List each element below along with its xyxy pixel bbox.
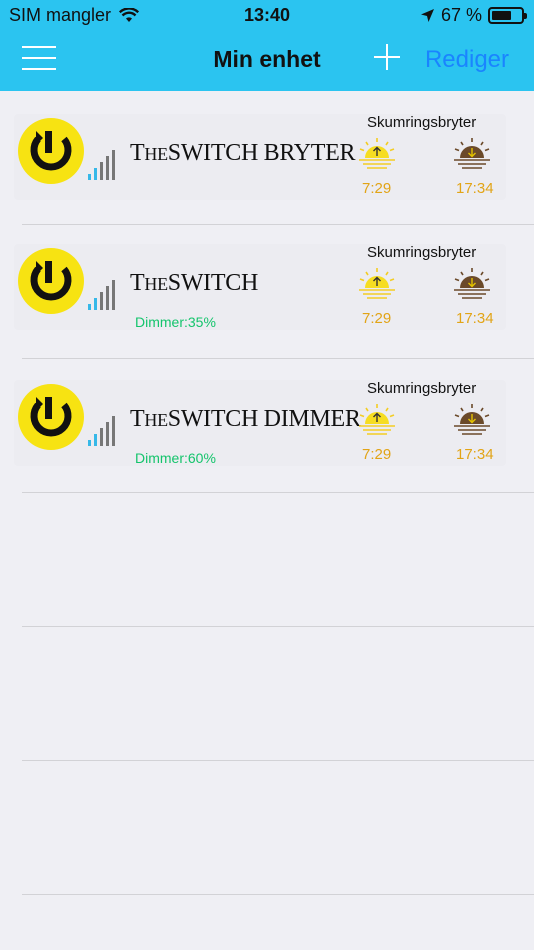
device-name-rest: SWITCH xyxy=(167,270,259,296)
sunrise-time: 7:29 xyxy=(362,180,392,197)
device-name-prefix: T xyxy=(130,270,145,296)
device-name-small: HE xyxy=(144,274,168,294)
device-name-small: HE xyxy=(144,410,168,430)
power-icon xyxy=(30,261,72,301)
mode-label: Skumringsbryter xyxy=(367,114,477,131)
row-divider xyxy=(22,760,534,761)
power-icon xyxy=(30,131,72,171)
device-card[interactable]: THESWITCH BRYTER Skumringsbryter 7:29 17… xyxy=(14,114,506,200)
device-name-small: HE xyxy=(144,144,168,164)
battery-percent: 67 % xyxy=(440,5,482,25)
device-logo xyxy=(18,118,84,184)
mode-label: Skumringsbryter xyxy=(367,380,477,397)
status-right: 67 % xyxy=(420,5,527,26)
sunset-time: 17:34 xyxy=(456,446,494,463)
nav-bar: Min enhet Rediger xyxy=(0,30,534,91)
device-name: THESWITCH DIMMER xyxy=(130,406,361,433)
sunset-icon xyxy=(454,138,490,169)
signal-bars-icon xyxy=(88,416,115,446)
device-name-rest: SWITCH DIMMER xyxy=(167,406,361,432)
dimmer-level: Dimmer:60% xyxy=(135,450,216,466)
plus-icon[interactable] xyxy=(372,42,402,72)
signal-bars-icon xyxy=(88,280,115,310)
sunset-icon xyxy=(454,404,490,435)
edit-button[interactable]: Rediger xyxy=(425,46,509,74)
device-name-prefix: T xyxy=(130,140,145,166)
status-bar: SIM mangler 13:40 67 % xyxy=(0,0,534,30)
device-name-prefix: T xyxy=(130,406,145,432)
row-divider xyxy=(22,492,534,493)
device-name: THESWITCH xyxy=(130,270,258,297)
sunrise-time: 7:29 xyxy=(362,310,392,327)
sunrise-icon xyxy=(359,138,395,169)
device-logo xyxy=(18,248,84,314)
power-icon xyxy=(30,397,72,437)
device-name-rest: SWITCH BRYTER xyxy=(167,140,356,166)
sunrise-time: 7:29 xyxy=(362,446,392,463)
device-card[interactable]: THESWITCH DIMMER Dimmer:60% Skumringsbry… xyxy=(14,380,506,466)
battery-icon xyxy=(488,7,527,24)
sunset-time: 17:34 xyxy=(456,180,494,197)
signal-bars-icon xyxy=(88,150,115,180)
dimmer-level: Dimmer:35% xyxy=(135,314,216,330)
location-arrow-icon xyxy=(420,9,434,22)
sunrise-icon xyxy=(359,404,395,435)
sunset-time: 17:34 xyxy=(456,310,494,327)
device-card[interactable]: THESWITCH Dimmer:35% Skumringsbryter 7:2… xyxy=(14,244,506,330)
mode-label: Skumringsbryter xyxy=(367,244,477,261)
sunrise-icon xyxy=(359,268,395,299)
battery-fill xyxy=(492,11,511,20)
sunset-icon xyxy=(454,268,490,299)
device-logo xyxy=(18,384,84,450)
device-name: THESWITCH BRYTER xyxy=(130,140,356,167)
row-divider xyxy=(22,626,534,627)
row-divider xyxy=(22,894,534,895)
row-divider xyxy=(22,224,534,225)
row-divider xyxy=(22,358,534,359)
